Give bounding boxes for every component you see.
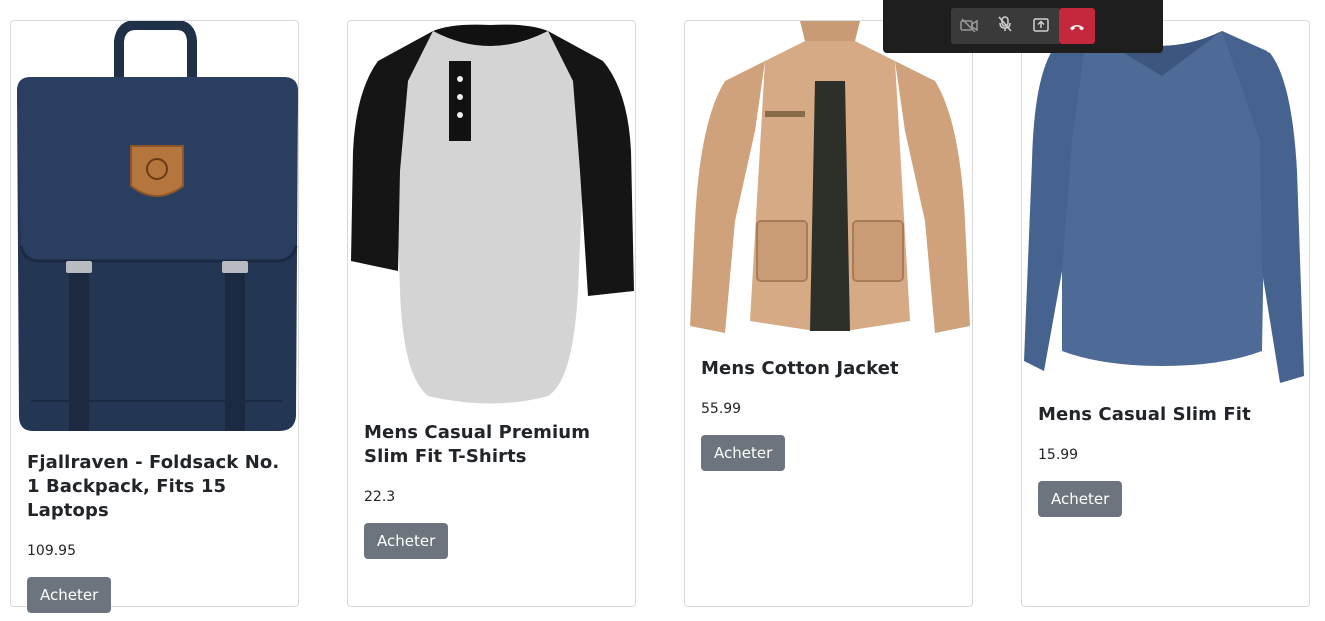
card-body: Mens Cotton Jacket 55.99 Acheter — [701, 357, 960, 471]
product-title: Mens Casual Slim Fit — [1038, 404, 1251, 425]
raglan-tshirt-image — [348, 21, 635, 405]
mic-off-icon — [998, 16, 1012, 36]
product-price: 22.3 — [364, 489, 396, 505]
buy-button[interactable]: Acheter — [364, 523, 449, 559]
product-price: 15.99 — [1038, 447, 1079, 463]
product-title: Mens Cotton Jacket — [701, 358, 899, 379]
longsleeve-shirt-image — [1022, 21, 1309, 389]
buy-button[interactable]: Acheter — [701, 435, 786, 471]
card-body: Fjallraven - Foldsack No. 1 Backpack, Fi… — [27, 451, 286, 613]
backpack-image — [11, 21, 298, 441]
product-price: 109.95 — [27, 543, 76, 559]
product-card: Mens Casual Premium Slim Fit T-Shirts 22… — [347, 20, 636, 607]
product-card: Mens Casual Slim Fit 15.99 Acheter — [1021, 20, 1310, 607]
jacket-image — [685, 21, 972, 341]
call-controls-group — [951, 8, 1095, 44]
product-price: 55.99 — [701, 401, 742, 417]
mic-off-button[interactable] — [987, 8, 1023, 44]
share-screen-button[interactable] — [1023, 8, 1059, 44]
card-body: Mens Casual Slim Fit 15.99 Acheter — [1038, 403, 1297, 517]
call-controls-bar — [883, 0, 1163, 53]
share-screen-icon — [1033, 17, 1049, 36]
product-title: Fjallraven - Foldsack No. 1 Backpack, Fi… — [27, 452, 280, 521]
card-body: Mens Casual Premium Slim Fit T-Shirts 22… — [364, 421, 623, 559]
product-card: Mens Cotton Jacket 55.99 Acheter — [684, 20, 973, 607]
camera-off-button[interactable] — [951, 8, 987, 44]
buy-button[interactable]: Acheter — [27, 577, 112, 613]
hang-up-icon — [1069, 17, 1085, 36]
buy-button[interactable]: Acheter — [1038, 481, 1123, 517]
hang-up-button[interactable] — [1059, 8, 1095, 44]
product-card: Fjallraven - Foldsack No. 1 Backpack, Fi… — [10, 20, 299, 613]
product-title: Mens Casual Premium Slim Fit T-Shirts — [364, 422, 591, 467]
camera-off-icon — [960, 17, 978, 36]
